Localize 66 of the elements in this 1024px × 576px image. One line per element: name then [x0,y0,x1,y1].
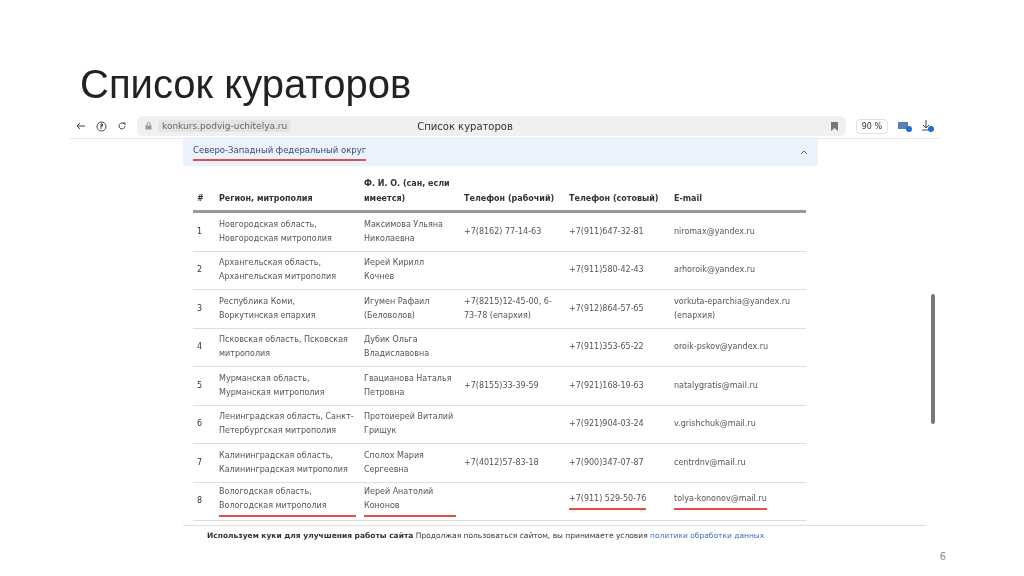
table-cell-text: oroik-pskov@yandex.ru [674,341,769,354]
bookmark-icon[interactable] [830,121,838,131]
column-header: Телефон (рабочий) [464,193,555,205]
table-cell-text: Ленинградская область, Санкт-Петербургская митрополия [219,411,355,438]
table-cell-text: centrdnv@mail.ru [674,456,746,469]
table-cell-text: Максимова Ульяна Николаевна [364,218,444,245]
table-cell-text: 8 [197,495,203,508]
image-icon[interactable] [898,120,912,132]
column-header: E-mail [674,193,702,205]
table-cell-text: 5 [197,379,203,392]
table-cell-text: Республика Коми, Воркутинская епархия [219,295,317,322]
table-cell-text: +7(900)347-07-87 [569,456,644,469]
table-cell-text: +7(912)864-57-65 [569,302,644,315]
address-bar[interactable]: konkurs.podvig-uchitelya.ru Список кураторов [137,116,846,136]
url-text: konkurs.podvig-uchitelya.ru [158,120,292,132]
table-cell: +7(911) 529-50-76 [569,492,647,511]
table-cell-text: +7(921)168-19-63 [569,379,644,392]
table-cell-text: Протоиерей Виталий Грищук [364,411,455,438]
table-cell-text: v.grishchuk@mail.ru [674,418,756,431]
slide-title: Список кураторов [80,61,412,108]
table-cell-text: Калининградская область, Калининградская митрополия [219,449,349,476]
table-cell-text: Архангельская область, Архангельская митрополия [219,257,337,284]
table-cell-text: Мурманская область, Мурманская митрополия [219,372,326,399]
table-cell-text: 3 [197,302,203,315]
table-cell-text: +7(911)647-32-81 [569,225,644,238]
table-cell-text: Дубик Ольга Владиславовна [364,334,431,361]
reload-icon[interactable] [117,121,127,131]
table-cell-text: +7(8162) 77-14-63 [464,225,542,238]
column-header: Ф. И. О. (сан, если имеется) [364,178,451,205]
column-header: Телефон (сотовый) [569,193,659,205]
table-cell-text: +7(921)904-03-24 [569,418,644,431]
page-title: Список кураторов [417,120,514,132]
accordion-header[interactable]: Северо-Западный федеральный округ [183,139,818,166]
table-cell-text: +7(911)580-42-43 [569,264,644,277]
table-cell-text: 7 [197,456,203,469]
back-icon[interactable] [76,121,86,131]
table-cell-text: Игумен Рафаил (Беловолов) [364,295,431,322]
scrollbar-thumb[interactable] [931,294,935,424]
table-cell-text: Псковская область, Псковская митрополия [219,334,349,361]
table-cell-text: 4 [197,341,203,354]
table-cell-text: Новгородская область, Новгородская митрополия [219,218,333,245]
table-cell-text: Иерей Кирилл Кочнев [364,257,426,284]
table-cell-text: Сполох Мария Сергеевна [364,449,425,476]
column-header: # [197,193,204,205]
column-header: Регион, митрополия [219,193,313,205]
accordion-title: Северо-Западный федеральный округ [193,144,367,161]
table-cell-text: 1 [197,225,203,238]
browser-logo-icon[interactable] [96,120,107,132]
table-cell-text: 2 [197,264,203,277]
table-cell-text: +7(911)353-65-22 [569,341,644,354]
table-cell-text: Гвацианова Наталья Петровна [364,372,453,399]
download-icon[interactable] [922,120,934,132]
table-cell-text: +7(4012)57-83-18 [464,456,539,469]
table-cell-text: arhoroik@yandex.ru [674,264,756,277]
slide-number: 6 [939,551,946,562]
table-cell: tolya-kononov@mail.ru [674,492,767,511]
zoom-button[interactable]: 90 % [855,118,888,134]
table-cell-text: niromax@yandex.ru [674,225,755,238]
table-cell-text: +7(8155)33-39-59 [464,379,539,392]
table-cell-text: natalygratis@mail.ru [674,379,758,392]
lock-icon [145,122,152,130]
table-cell-text: 6 [197,418,203,431]
table-cell: Вологодская область, Вологодская митрополия [219,485,356,518]
table-cell-text: vorkuta-eparchia@yandex.ru (епархия) [674,295,792,322]
table-cell: Иерей Анатолий Кононов [364,485,456,518]
table-cell-text: +7(8215)12-45-00, 6-73-78 (епархия) [464,295,553,322]
